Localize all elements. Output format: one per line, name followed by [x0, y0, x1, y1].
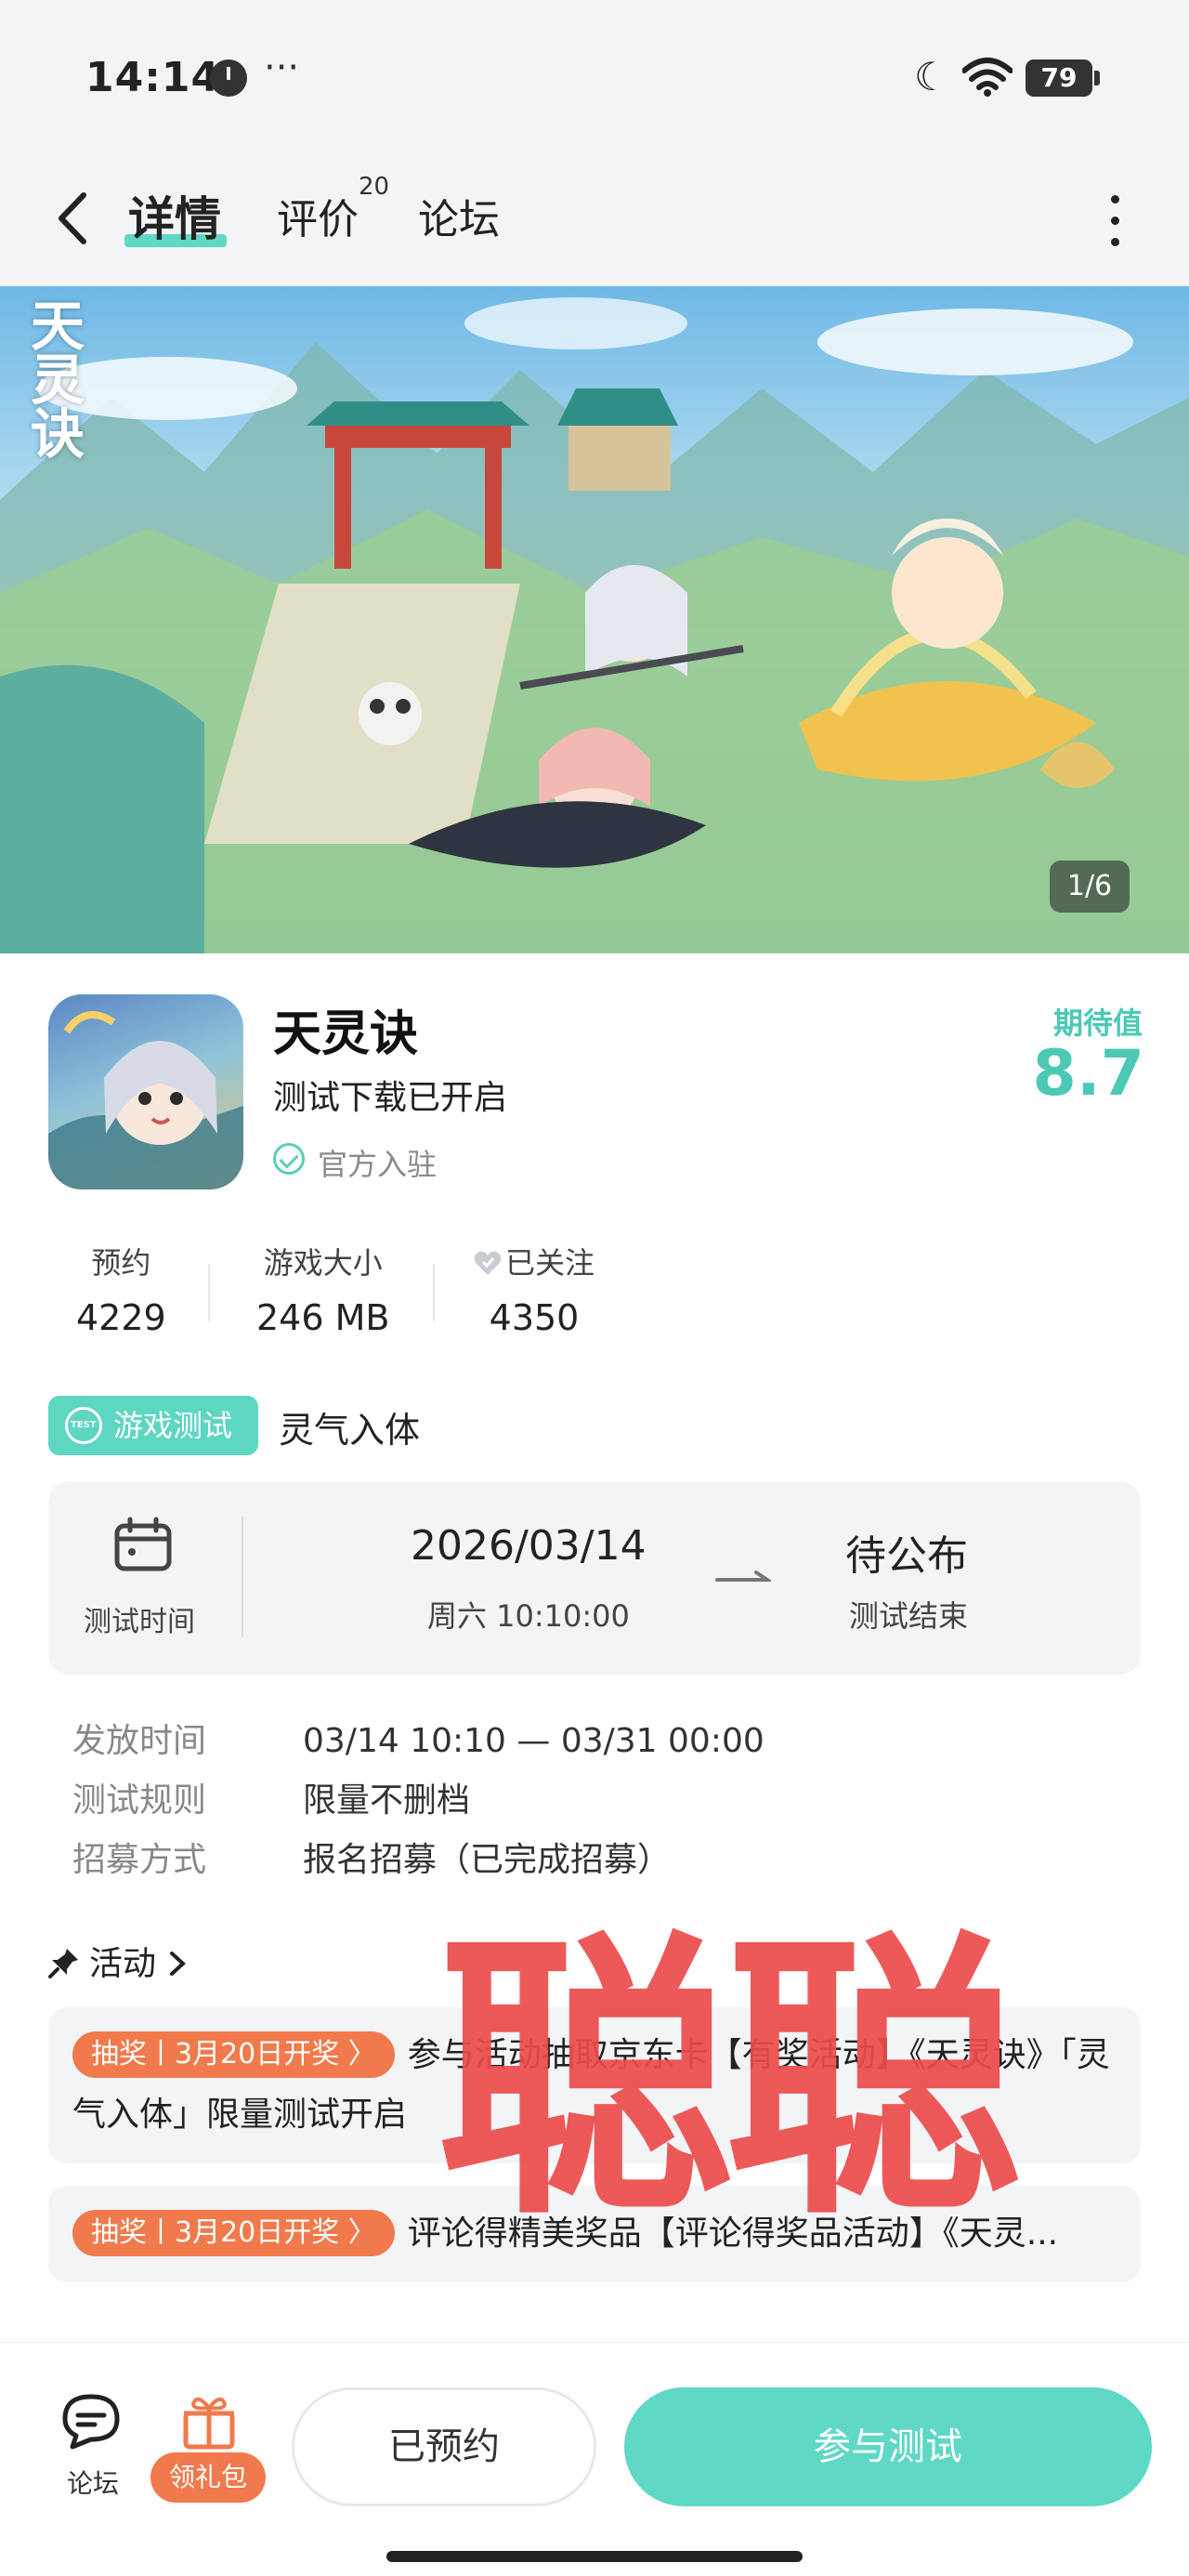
join-test-button[interactable]: 参与测试	[624, 2387, 1152, 2506]
reserved-button[interactable]: 已预约	[292, 2387, 596, 2506]
screenshot-carousel[interactable]: 天灵诀 1/6	[0, 286, 1189, 953]
game-logo: 天灵诀	[21, 297, 85, 459]
game-title: 天灵诀	[273, 1006, 419, 1062]
forum-label[interactable]: 论坛	[67, 2464, 119, 2501]
status-more-icon: ···	[264, 46, 300, 89]
claim-gift-button[interactable]: 领礼包	[150, 2452, 266, 2503]
test-time-label: 测试时间	[84, 1606, 195, 1638]
stat-value: 246 MB	[256, 1297, 390, 1338]
activity-text-block: 抽奖丨3月20日开奖 〉参与活动抽取京东卡【有奖活动】《天灵诀》「灵气入体」限量…	[48, 2007, 1141, 2163]
pin-icon	[48, 1949, 78, 1978]
card-divider	[242, 1517, 243, 1637]
app-icon	[48, 994, 243, 1189]
stat-label: 游戏大小	[263, 1245, 383, 1281]
activity-text: 评论得精美奖品【评论得奖品活动】《天灵...	[407, 2215, 1059, 2253]
game-subtitle: 测试下载已开启	[273, 1079, 508, 1117]
expectation-score: 8.7	[1032, 1037, 1144, 1111]
activity-badge: 抽奖丨3月20日开奖 〉	[72, 2210, 395, 2256]
official-label: 官方入驻	[318, 1147, 438, 1182]
info-value: 报名招募（已完成招募）	[303, 1841, 672, 1879]
stat-label: 已关注	[505, 1245, 595, 1281]
stat-followers[interactable]: 已关注 4350	[474, 1240, 594, 1338]
stat-label-row: 已关注	[474, 1240, 594, 1282]
stat-value: 4229	[76, 1297, 166, 1338]
more-options-icon[interactable]	[1105, 195, 1124, 251]
stat-divider	[208, 1264, 210, 1321]
tab-detail[interactable]: 详情	[128, 182, 221, 249]
test-end-date: 待公布	[845, 1532, 968, 1580]
home-indicator[interactable]	[386, 2551, 803, 2562]
test-name: 灵气入体	[279, 1410, 421, 1451]
test-end-label: 测试结束	[849, 1598, 969, 1634]
game-detail-content: 天灵诀 测试下载已开启 官方入驻 期待值 8.7 预约 4229 游戏大小 24…	[0, 953, 1189, 2342]
info-row-recruit-method: 招募方式 报名招募（已完成招募）	[72, 1833, 671, 1881]
chevron-right-icon	[170, 1952, 186, 1976]
clock-icon	[210, 59, 247, 97]
activities-label: 活动	[89, 1945, 157, 1983]
tab-reviews[interactable]: 评价	[277, 186, 359, 245]
wifi-icon	[962, 58, 1013, 97]
info-row-test-rule: 测试规则 限量不删档	[72, 1773, 470, 1821]
activity-text-block: 抽奖丨3月20日开奖 〉评论得精美奖品【评论得奖品活动】《天灵...	[48, 2186, 1141, 2282]
activity-item[interactable]: 抽奖丨3月20日开奖 〉评论得精美奖品【评论得奖品活动】《天灵...	[48, 2186, 1141, 2282]
activity-item[interactable]: 抽奖丨3月20日开奖 〉参与活动抽取京东卡【有奖活动】《天灵诀》「灵气入体」限量…	[48, 2007, 1141, 2163]
stat-value: 4350	[489, 1297, 580, 1338]
activities-heading[interactable]: 活动	[48, 1937, 188, 1985]
reviews-count-badge: 20	[359, 173, 390, 201]
heart-icon	[474, 1251, 502, 1275]
stat-game-size: 游戏大小 246 MB	[256, 1240, 389, 1338]
moon-icon: ☾	[914, 54, 949, 99]
test-start-date: 2026/03/14	[411, 1522, 647, 1570]
info-value: 03/14 10:10 — 03/31 00:00	[303, 1722, 764, 1760]
info-key: 招募方式	[72, 1841, 207, 1879]
stat-divider	[433, 1264, 435, 1321]
arrow-right-icon	[715, 1571, 771, 1582]
test-tag-label: 游戏测试	[113, 1408, 233, 1443]
verified-check-icon	[273, 1143, 305, 1175]
carousel-counter: 1/6	[1050, 861, 1130, 913]
test-start-time: 周六 10:10:00	[427, 1598, 630, 1634]
status-bar: 14:14 ··· ☾ 79	[0, 0, 1189, 158]
gift-icon[interactable]	[180, 2393, 238, 2451]
info-row-release-time: 发放时间 03/14 10:10 — 03/31 00:00	[72, 1714, 764, 1762]
activity-badge: 抽奖丨3月20日开奖 〉	[72, 2031, 395, 2078]
calendar-icon	[114, 1517, 172, 1571]
info-key: 测试规则	[72, 1781, 207, 1820]
banner-illustration	[0, 297, 1189, 953]
test-badge-icon: TEST	[65, 1407, 102, 1444]
status-time: 14:14	[85, 54, 221, 101]
tab-forum[interactable]: 论坛	[418, 186, 500, 245]
game-test-tag: TEST 游戏测试	[48, 1396, 258, 1455]
bottom-action-bar: 论坛 领礼包 已预约 参与测试	[0, 2342, 1189, 2576]
battery-icon: 79	[1026, 59, 1100, 97]
stat-reservations: 预约 4229	[76, 1240, 166, 1338]
top-nav: 详情 评价 20 论坛	[0, 158, 1189, 286]
test-time-card: 测试时间 2026/03/14 周六 10:10:00 待公布 测试结束	[48, 1481, 1141, 1675]
stat-label: 预约	[91, 1245, 151, 1281]
info-key: 发放时间	[72, 1722, 207, 1760]
info-value: 限量不删档	[303, 1781, 471, 1820]
back-icon[interactable]	[52, 190, 97, 247]
forum-icon[interactable]	[59, 2393, 124, 2451]
